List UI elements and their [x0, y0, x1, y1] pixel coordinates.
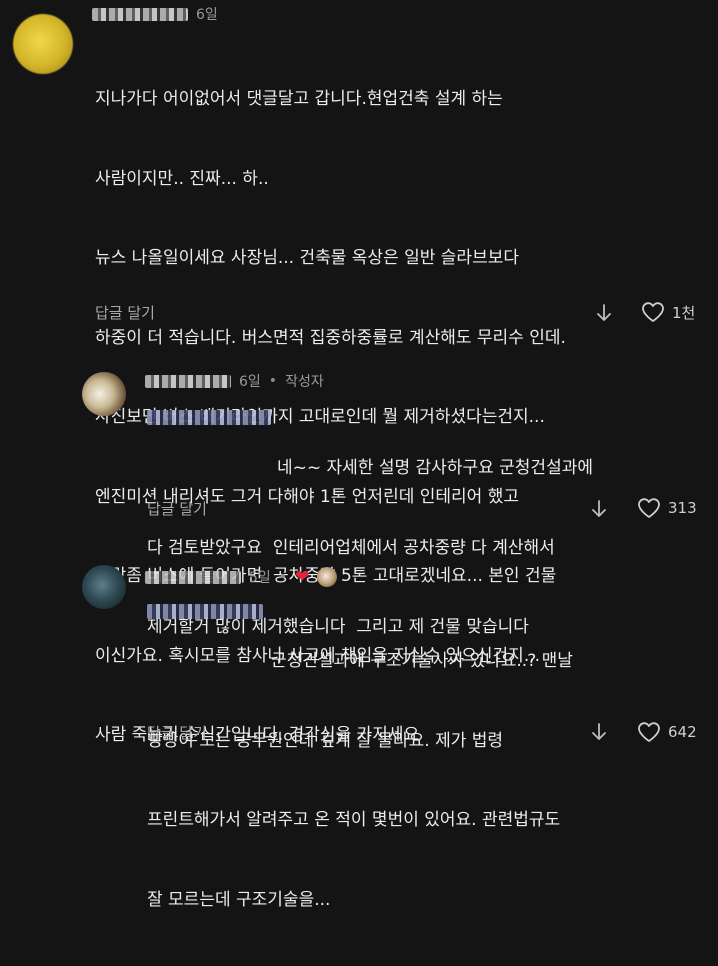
comment-body: 군청건설과에 구조기술사가 있나요..? 맨날 빵빵이 도는 공무원인데 깊게 … — [147, 595, 573, 966]
separator-dot: • — [278, 569, 288, 585]
heart-outline-icon — [638, 722, 660, 742]
comment-line: 지나가다 어이없어서 댓글달고 갑니다.현업건축 설계 하는 — [95, 89, 503, 109]
comment-meta: 6일 • 작성자 — [145, 371, 324, 391]
down-arrow-icon[interactable] — [590, 499, 608, 519]
reply-button[interactable]: 답글 달기 — [147, 722, 207, 743]
comment-time: 6일 — [239, 374, 261, 390]
comment-line: 군청건설과에 구조기술사가 있나요..? 맨날 — [147, 648, 573, 675]
comment-line-text: 네~~ 자세한 설명 감사하구요 군청건설과에 — [277, 458, 593, 478]
comment-line: 사람이지만.. 진짜... 하.. — [95, 168, 269, 189]
like-button[interactable]: 313 — [636, 496, 697, 520]
comment-line: 다 검토받았구요 인테리어업체에서 공차중량 다 계산해서 — [147, 537, 555, 558]
down-arrow-icon[interactable] — [595, 303, 613, 323]
like-button[interactable]: 1천 — [640, 300, 695, 324]
like-count: 313 — [668, 499, 697, 517]
comment-meta: 6일 — [92, 4, 218, 24]
comment-line: 하중이 더 적습니다. 버스면적 집중하중률로 계산해도 무리수 인데. — [95, 327, 566, 348]
comment-line: 프린트해가서 알려주고 온 적이 몇번이 있어요. 관련법규도 — [147, 810, 561, 830]
heart-outline-icon — [642, 302, 664, 322]
comment-line: 뉴스 나올일이세요 사장님... 건축물 옥상은 일반 슬라브보다 — [95, 248, 519, 268]
comment-line: 빵빵이 도는 공무원인데 깊게 잘 몰라요. 제가 법령 — [147, 730, 504, 751]
comment-time: 6일 — [196, 7, 218, 23]
like-count: 642 — [668, 723, 697, 741]
reply-button[interactable]: 답글 달기 — [147, 498, 207, 519]
comment-line: 잘 모르는데 구조기술을... — [147, 889, 331, 910]
creator-avatar — [317, 567, 338, 587]
comment-time: 5일 — [249, 570, 271, 586]
separator-dot: • — [268, 373, 278, 389]
redacted-username[interactable] — [145, 570, 241, 584]
comment-line-text: 군청건설과에 구조기술사가 있나요..? 맨날 — [271, 651, 573, 671]
red-heart-icon: ❤ — [295, 567, 310, 587]
author-badge: 작성자 — [285, 374, 324, 390]
down-arrow-icon[interactable] — [590, 722, 608, 742]
like-button[interactable]: 642 — [636, 720, 697, 744]
redacted-username[interactable] — [92, 7, 188, 21]
heart-outline-icon — [638, 498, 660, 518]
like-count: 1천 — [672, 303, 696, 322]
comment-line: 네~~ 자세한 설명 감사하구요 군청건설과에 — [147, 455, 593, 482]
comment-meta: 5일 • ❤ — [145, 567, 338, 587]
avatar[interactable] — [13, 14, 73, 74]
avatar[interactable] — [82, 372, 126, 416]
avatar[interactable] — [82, 565, 126, 609]
redacted-username[interactable] — [145, 374, 231, 388]
reply-button[interactable]: 답글 달기 — [95, 302, 155, 323]
